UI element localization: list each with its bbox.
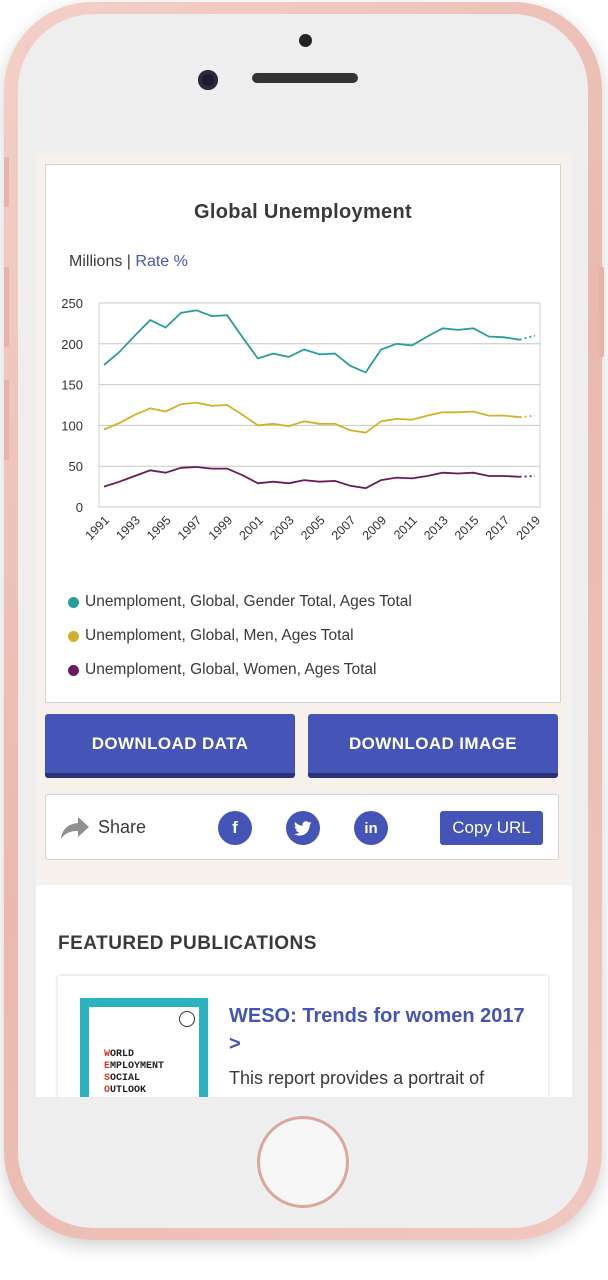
screen: Global Unemployment Millions | Rate % 05… [36, 153, 572, 1097]
mute-switch [4, 157, 9, 207]
copy-url-button[interactable]: Copy URL [440, 811, 543, 845]
y-tick-label: 250 [61, 296, 83, 311]
publication-cover[interactable]: WORLD EMPLOYMENT SOCIAL OUTLOOK [80, 998, 208, 1097]
legend-item-women[interactable]: Unemploment, Global, Women, Ages Total [68, 653, 412, 687]
legend-item-men[interactable]: Unemploment, Global, Men, Ages Total [68, 619, 412, 653]
cover-title: WORLD EMPLOYMENT SOCIAL OUTLOOK [104, 1049, 164, 1097]
share-label: Share [98, 817, 147, 837]
power-button [599, 267, 604, 357]
x-tick-label: 2017 [483, 513, 513, 543]
x-tick-label: 2015 [452, 513, 482, 543]
y-tick-label: 0 [76, 500, 83, 515]
volume-down-button [4, 380, 9, 460]
x-tick-label: 1999 [206, 513, 236, 543]
cover-line: EMPLOYMENT [104, 1061, 165, 1072]
x-tick-label: 1997 [175, 513, 205, 543]
y-tick-label: 200 [61, 337, 83, 352]
x-tick-label: 2005 [298, 513, 328, 543]
series-line-1 [103, 401, 520, 434]
legend-item-total[interactable]: Unemploment, Global, Gender Total, Ages … [68, 585, 412, 619]
ilo-logo-icon [179, 1011, 195, 1027]
earpiece-speaker [252, 73, 358, 83]
front-camera [198, 70, 218, 90]
legend-label-women: Unemploment, Global, Women, Ages Total [85, 661, 377, 678]
cover-line: SOCIAL [104, 1073, 141, 1084]
series-projection-0 [519, 334, 536, 341]
volume-up-button [4, 267, 9, 347]
x-tick-label: 1995 [144, 513, 174, 543]
legend-label-total: Unemploment, Global, Gender Total, Ages … [85, 593, 412, 610]
twitter-icon[interactable] [286, 811, 320, 845]
facebook-icon[interactable]: f [218, 811, 252, 845]
y-tick-label: 50 [69, 459, 83, 474]
download-image-button[interactable]: DOWNLOAD IMAGE [308, 714, 558, 778]
proximity-sensor [299, 34, 312, 47]
share-bar: Share f in Copy URL [45, 794, 559, 860]
x-tick-label: 1991 [83, 513, 113, 543]
chart-card: Global Unemployment Millions | Rate % 05… [45, 164, 561, 703]
featured-publications-section: FEATURED PUBLICATIONS WORLD EMPLOYMENT S… [36, 885, 572, 1097]
legend-dot-total [68, 596, 79, 608]
line-chart: 0501001502002501991 1993 1995 1997 1999 2001 2… [61, 296, 544, 543]
series-projection-2 [519, 475, 536, 478]
x-tick-label: 1993 [113, 513, 143, 543]
publication-card[interactable]: WORLD EMPLOYMENT SOCIAL OUTLOOK WESO: Tr… [58, 976, 548, 1097]
share-arrow-icon [61, 817, 89, 839]
featured-publications-heading: FEATURED PUBLICATIONS [58, 933, 317, 954]
download-data-button[interactable]: DOWNLOAD DATA [45, 714, 295, 778]
linkedin-icon[interactable]: in [354, 811, 388, 845]
x-tick-label: 2009 [360, 513, 390, 543]
legend-dot-men [68, 630, 79, 642]
x-tick-label: 2013 [421, 513, 451, 543]
plot-area [98, 302, 541, 508]
series-line-2 [103, 466, 520, 490]
legend-label-men: Unemploment, Global, Men, Ages Total [85, 627, 354, 644]
x-tick-label: 2001 [236, 513, 266, 543]
x-tick-label: 2007 [329, 513, 359, 543]
legend-dot-women [68, 664, 79, 676]
y-tick-label: 150 [61, 378, 83, 393]
series-line-0 [103, 309, 520, 374]
cover-line: OUTLOOK [104, 1085, 147, 1096]
series-projection-1 [519, 414, 536, 419]
home-button[interactable] [257, 1116, 349, 1208]
publication-description: This report provides a portrait of [229, 1068, 485, 1088]
x-tick-label: 2003 [267, 513, 297, 543]
x-tick-label: 2011 [391, 513, 420, 542]
publication-title-link[interactable]: WESO: Trends for women 2017 > [229, 1002, 529, 1058]
cover-line: WORLD [104, 1049, 135, 1060]
chart-legend: Unemploment, Global, Gender Total, Ages … [68, 585, 412, 687]
x-tick-label: 2019 [514, 513, 544, 543]
twitter-bird-icon [294, 820, 312, 836]
y-tick-label: 100 [61, 418, 83, 433]
